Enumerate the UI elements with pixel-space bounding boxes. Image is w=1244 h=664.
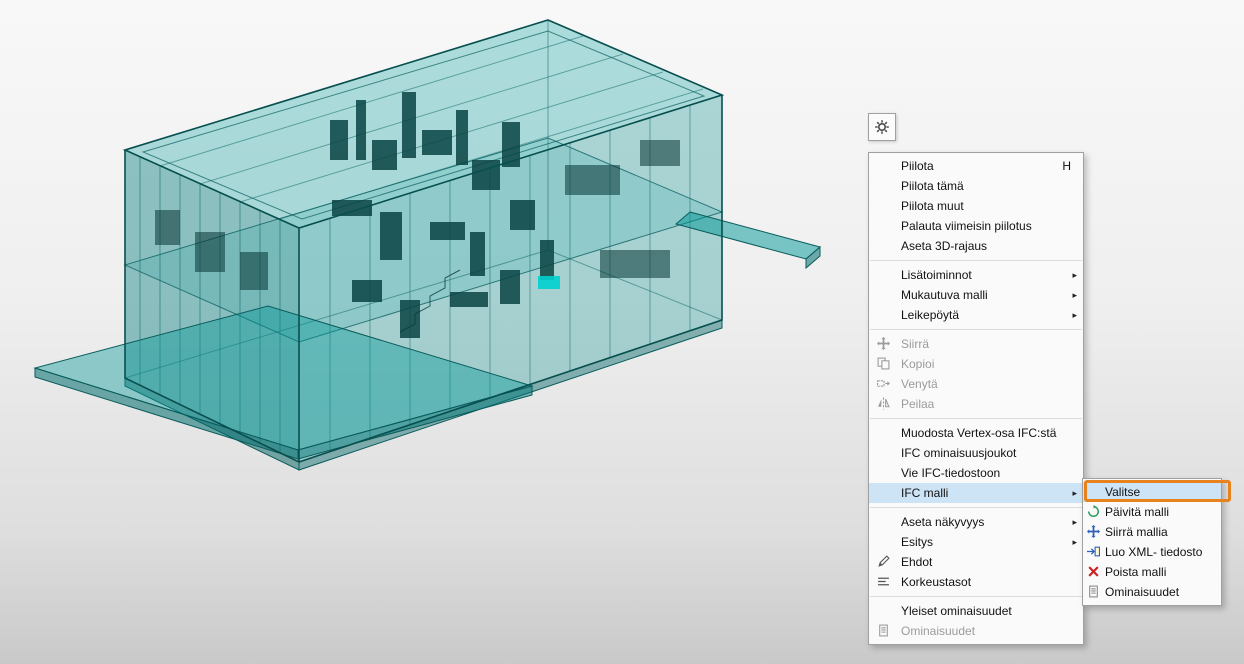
menu-item-label: IFC malli [901,486,948,500]
submenu-item-valitse[interactable]: Valitse [1083,482,1221,502]
menu-item-label: Valitse [1105,485,1140,499]
submenu-arrow-icon: ▸ [1072,512,1077,532]
menu-item-korkeustasot[interactable]: Korkeustasot [869,572,1083,592]
menu-item-label: Leikepöytä [901,308,959,322]
menu-item-label: Esitys [901,535,933,549]
submenu-arrow-icon: ▸ [1072,305,1077,325]
levels-icon [877,575,891,589]
menu-item-label: Siirrä mallia [1105,525,1168,539]
menu-separator [870,418,1082,419]
menu-item-label: Ehdot [901,555,932,569]
menu-item-aseta-3d-rajaus[interactable]: Aseta 3D-rajaus [869,236,1083,256]
menu-item-ominaisuudet: Ominaisuudet [869,621,1083,641]
menu-item-label: Peilaa [901,397,934,411]
submenu-item-luo-xml-tiedosto[interactable]: Luo XML- tiedosto [1083,542,1221,562]
menu-item-label: Yleiset ominaisuudet [901,604,1012,618]
properties-sheet-icon [1087,585,1101,599]
menu-item-label: Kopioi [901,357,934,371]
menu-item-yleiset-ominaisuudet[interactable]: Yleiset ominaisuudet [869,601,1083,621]
menu-item-label: Siirrä [901,337,929,351]
move-model-icon [1087,525,1101,539]
submenu-arrow-icon: ▸ [1072,285,1077,305]
submenu-arrow-icon: ▸ [1072,532,1077,552]
submenu-item-ominaisuudet[interactable]: Ominaisuudet [1083,582,1221,602]
submenu-arrow-icon: ▸ [1072,265,1077,285]
move-icon [877,337,891,351]
submenu-arrow-icon: ▸ [1072,483,1077,503]
menu-item-peilaa: Peilaa [869,394,1083,414]
menu-item-ifc-ominaisuusjoukot[interactable]: IFC ominaisuusjoukot [869,443,1083,463]
menu-item-piilota-muut[interactable]: Piilota muut [869,196,1083,216]
menu-item-label: Ominaisuudet [901,624,975,638]
refresh-icon [1087,505,1101,519]
conditions-icon [877,555,891,569]
menu-item-label: Aseta näkyvyys [901,515,984,529]
menu-item-label: Luo XML- tiedosto [1105,545,1202,559]
menu-item-label: Piilota muut [901,199,964,213]
submenu-item-poista-malli[interactable]: Poista malli [1083,562,1221,582]
menu-item-label: Vie IFC-tiedostoon [901,466,1000,480]
menu-item-muodosta-vertex-osa-ifc[interactable]: Muodosta Vertex-osa IFC:stä [869,423,1083,443]
menu-separator [870,596,1082,597]
menu-item-siirra: Siirrä [869,334,1083,354]
menu-separator [870,507,1082,508]
menu-item-label: Palauta viimeisin piilotus [901,219,1032,233]
menu-item-aseta-nakyvyys[interactable]: Aseta näkyvyys ▸ [869,512,1083,532]
submenu-item-siirra-mallia[interactable]: Siirrä mallia [1083,522,1221,542]
menu-item-esitys[interactable]: Esitys ▸ [869,532,1083,552]
menu-item-label: Ominaisuudet [1105,585,1179,599]
menu-item-mukautuva-malli[interactable]: Mukautuva malli ▸ [869,285,1083,305]
menu-item-piilota[interactable]: Piilota H [869,156,1083,176]
menu-separator [870,260,1082,261]
ifc-malli-submenu: Valitse Päivitä malli Siirrä mallia Luo … [1082,478,1222,606]
menu-item-label: Mukautuva malli [901,288,988,302]
menu-item-label: Muodosta Vertex-osa IFC:stä [901,426,1056,440]
mirror-icon [877,397,891,411]
menu-item-kopioi: Kopioi [869,354,1083,374]
shortcut-label: H [1062,156,1071,176]
xml-file-icon [1087,545,1101,559]
delete-icon [1087,565,1101,579]
menu-item-venyta: Venytä [869,374,1083,394]
submenu-item-paivita-malli[interactable]: Päivitä malli [1083,502,1221,522]
menu-item-vie-ifc-tiedostoon[interactable]: Vie IFC-tiedostoon [869,463,1083,483]
menu-item-lisatoiminnot[interactable]: Lisätoiminnot ▸ [869,265,1083,285]
context-menu: Piilota H Piilota tämä Piilota muut Pala… [868,152,1084,645]
menu-item-palauta-viimeisin-piilotus[interactable]: Palauta viimeisin piilotus [869,216,1083,236]
menu-item-label: IFC ominaisuusjoukot [901,446,1016,460]
settings-gear-button[interactable] [868,113,896,141]
properties-icon [877,624,891,638]
menu-separator [870,329,1082,330]
menu-item-ehdot[interactable]: Ehdot [869,552,1083,572]
menu-item-piilota-tama[interactable]: Piilota tämä [869,176,1083,196]
gear-icon [874,119,890,135]
menu-item-label: Päivitä malli [1105,505,1169,519]
menu-item-label: Piilota tämä [901,179,964,193]
stretch-icon [877,377,891,391]
menu-item-label: Poista malli [1105,565,1166,579]
menu-item-label: Aseta 3D-rajaus [901,239,987,253]
menu-item-leikepoyta[interactable]: Leikepöytä ▸ [869,305,1083,325]
menu-item-ifc-malli[interactable]: IFC malli ▸ [869,483,1083,503]
menu-item-label: Venytä [901,377,938,391]
menu-item-label: Piilota [901,159,934,173]
copy-icon [877,357,891,371]
menu-item-label: Lisätoiminnot [901,268,972,282]
menu-item-label: Korkeustasot [901,575,971,589]
